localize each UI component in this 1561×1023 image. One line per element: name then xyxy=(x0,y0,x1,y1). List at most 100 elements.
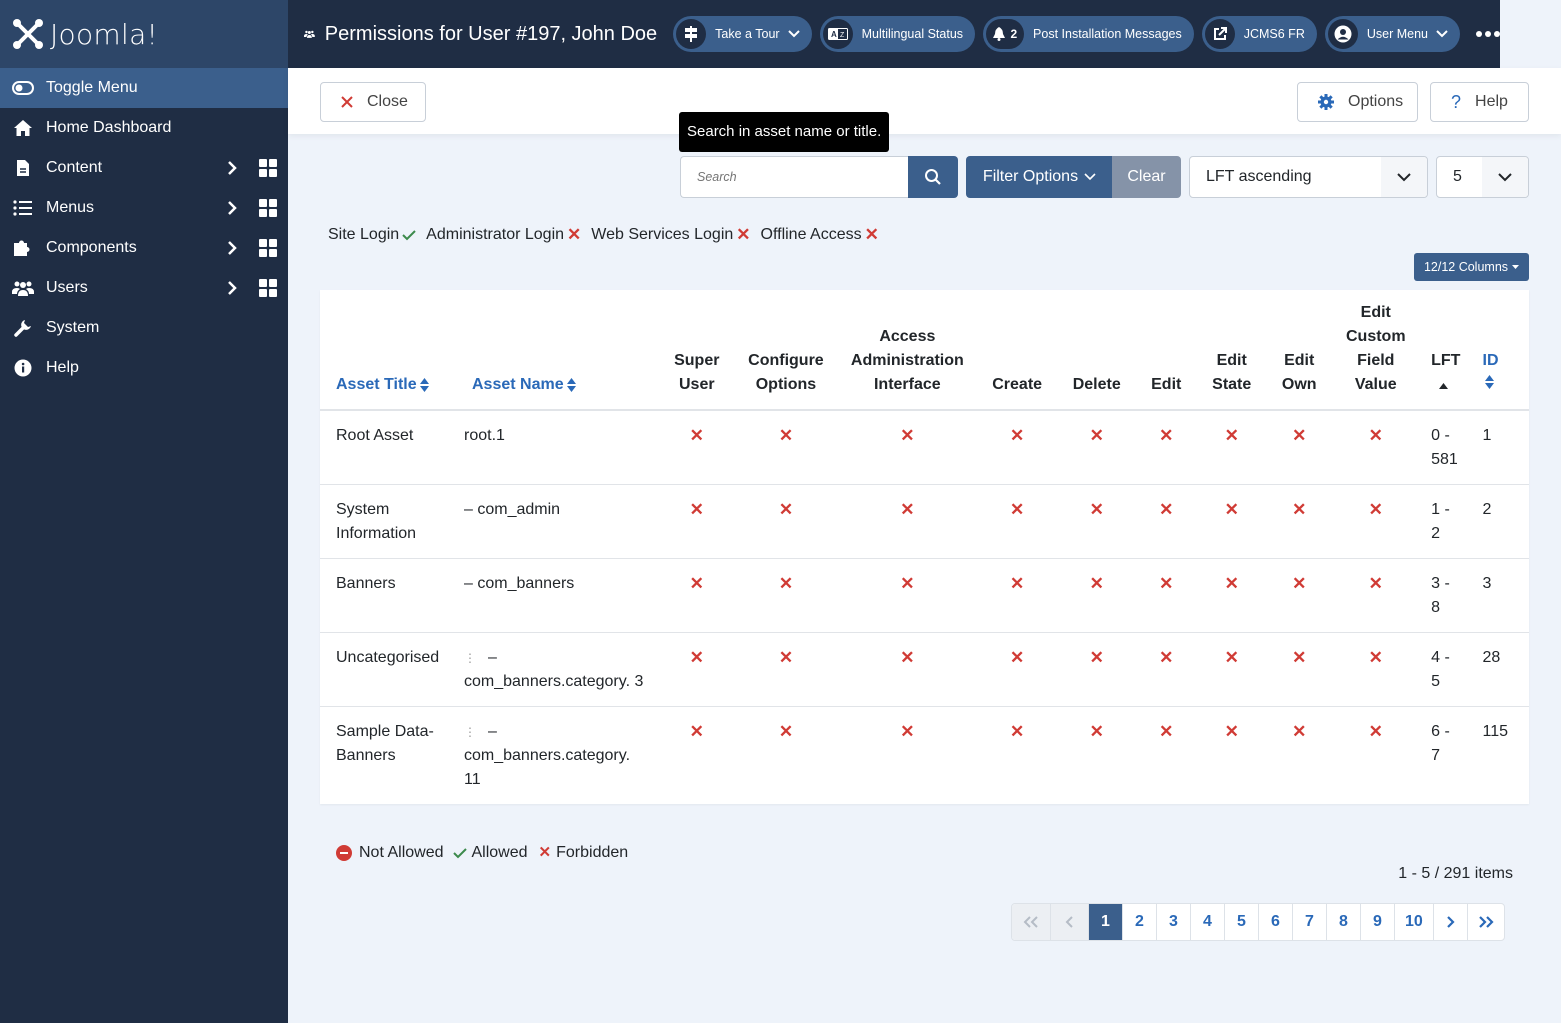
sidebar-item-help[interactable]: Help xyxy=(0,348,288,388)
sidebar-item-content[interactable]: Content xyxy=(0,148,288,188)
forbidden-icon: ✕ xyxy=(1089,500,1104,519)
dashboard-grid-icon[interactable] xyxy=(259,239,277,257)
sidebar-item-system[interactable]: System xyxy=(0,308,288,348)
page-button[interactable]: 4 xyxy=(1190,904,1224,940)
search-input[interactable] xyxy=(680,156,910,198)
filter-options-button[interactable]: Filter Options xyxy=(966,156,1113,198)
svg-text:A: A xyxy=(831,30,837,39)
limit-select[interactable]: 5 xyxy=(1436,156,1529,198)
page-button[interactable]: 1 xyxy=(1088,904,1122,940)
bell-icon: 2 xyxy=(986,19,1025,49)
chevron-down-icon xyxy=(1436,30,1448,38)
column-label: Options xyxy=(755,376,817,393)
page-button[interactable]: 3 xyxy=(1156,904,1190,940)
last-page-button[interactable] xyxy=(1466,904,1504,940)
clear-button[interactable]: Clear xyxy=(1112,156,1181,198)
login-label: Administrator Login xyxy=(426,226,565,243)
ordering-select[interactable]: LFT ascending xyxy=(1189,156,1428,198)
columns-toggle-button[interactable]: 12/12 Columns xyxy=(1414,253,1529,281)
forbidden-icon: ✕ xyxy=(1292,426,1307,445)
search-button[interactable] xyxy=(908,156,958,198)
column-asset-name[interactable]: Asset Name xyxy=(456,290,657,411)
forbidden-icon: ✕ xyxy=(778,500,794,519)
permission-cell: ✕ xyxy=(737,707,835,805)
forbidden-icon: ✕ xyxy=(1010,722,1025,741)
page-button[interactable]: 10 xyxy=(1394,904,1433,940)
lft-cell: 4 -5 xyxy=(1423,632,1475,707)
pagination: 1 2 3 4 5 6 7 8 9 10 xyxy=(1011,903,1505,941)
multilingual-status-label: Multilingual Status xyxy=(861,27,964,41)
options-button[interactable]: Options xyxy=(1297,82,1418,122)
page-button[interactable]: 8 xyxy=(1326,904,1360,940)
permission-cell: ✕ xyxy=(834,410,980,485)
page-button[interactable]: 9 xyxy=(1360,904,1394,940)
ordering-value: LFT ascending xyxy=(1206,168,1312,185)
permission-cell: ✕ xyxy=(1193,707,1270,805)
dashboard-grid-icon[interactable] xyxy=(259,279,277,297)
page-button[interactable]: 6 xyxy=(1258,904,1292,940)
sidebar-item-label: System xyxy=(46,319,100,336)
check-icon xyxy=(402,230,416,241)
column-id[interactable]: ID xyxy=(1474,290,1529,411)
chevron-right-icon[interactable] xyxy=(224,158,240,178)
header-bar: Permissions for User #197, John Doe Take… xyxy=(288,0,1500,68)
chevron-right-icon[interactable] xyxy=(224,198,240,218)
close-label: Close xyxy=(367,93,408,110)
site-link-button[interactable]: JCMS6 FR xyxy=(1201,16,1317,52)
column-lft[interactable]: LFT xyxy=(1423,290,1475,411)
next-page-button[interactable] xyxy=(1432,904,1467,940)
sidebar-item-label: Help xyxy=(46,359,79,376)
chevron-right-icon[interactable] xyxy=(224,238,240,258)
post-installation-messages-button[interactable]: 2 Post Installation Messages xyxy=(983,16,1194,52)
permission-cell: ✕ xyxy=(1139,410,1194,485)
login-status-offline-access: Offline Access ✕ xyxy=(761,223,879,247)
take-a-tour-button[interactable]: Take a Tour xyxy=(673,16,812,52)
users-icon xyxy=(304,30,315,38)
permissions-legend: Not Allowed Allowed ✕ Forbidden xyxy=(336,841,628,865)
logo-text: Joomla! xyxy=(50,17,159,51)
help-button[interactable]: ? Help xyxy=(1430,82,1529,122)
check-icon xyxy=(452,848,467,859)
sidebar-item-users[interactable]: Users xyxy=(0,268,288,308)
multilingual-status-button[interactable]: AZ Multilingual Status xyxy=(819,16,976,52)
page-button[interactable]: 2 xyxy=(1122,904,1156,940)
permission-cell: ✕ xyxy=(979,632,1055,707)
page-button[interactable]: 5 xyxy=(1224,904,1258,940)
permission-cell: ✕ xyxy=(656,707,737,805)
toggle-menu-button[interactable]: Toggle Menu xyxy=(0,68,288,108)
id-cell: 28 xyxy=(1474,632,1529,707)
dashboard-grid-icon[interactable] xyxy=(259,199,277,217)
sidebar-item-label: Users xyxy=(46,279,88,296)
chevron-right-icon[interactable] xyxy=(224,278,240,298)
lft-cell: 3 -8 xyxy=(1423,558,1475,633)
previous-page-button[interactable] xyxy=(1050,904,1088,940)
permission-cell: ✕ xyxy=(1054,632,1140,707)
page-button[interactable]: 7 xyxy=(1292,904,1326,940)
permission-cell: ✕ xyxy=(834,558,980,633)
site-link-label: JCMS6 FR xyxy=(1243,27,1305,41)
permission-cell: ✕ xyxy=(1270,558,1329,633)
forbidden-icon: ✕ xyxy=(1089,722,1104,741)
column-label: Custom xyxy=(1345,328,1406,345)
forbidden-icon: ✕ xyxy=(1010,426,1025,445)
user-menu-button[interactable]: User Menu xyxy=(1324,16,1460,52)
column-create: Create xyxy=(979,290,1055,411)
sort-ascending-icon xyxy=(1439,383,1449,389)
close-button[interactable]: Close xyxy=(320,82,426,122)
notification-count-badge: 2 xyxy=(1010,27,1018,41)
close-icon xyxy=(341,96,353,108)
column-edit: Edit xyxy=(1139,290,1194,411)
column-asset-title[interactable]: Asset Title xyxy=(320,290,456,411)
asset-name-cell: – com_admin xyxy=(456,484,657,559)
more-menu-icon[interactable] xyxy=(1476,31,1500,37)
dashboard-grid-icon[interactable] xyxy=(259,159,277,177)
joomla-logo[interactable]: Joomla! xyxy=(0,0,288,68)
sidebar-item-label: Home Dashboard xyxy=(46,119,172,136)
login-status-site: Site Login xyxy=(328,223,416,247)
sidebar-item-menus[interactable]: Menus xyxy=(0,188,288,228)
first-page-button[interactable] xyxy=(1012,904,1050,940)
permission-cell: ✕ xyxy=(1270,484,1329,559)
sidebar-item-home-dashboard[interactable]: Home Dashboard xyxy=(0,108,288,148)
asset-title-cell: Sample Data-Banners xyxy=(336,723,434,764)
sidebar-item-components[interactable]: Components xyxy=(0,228,288,268)
